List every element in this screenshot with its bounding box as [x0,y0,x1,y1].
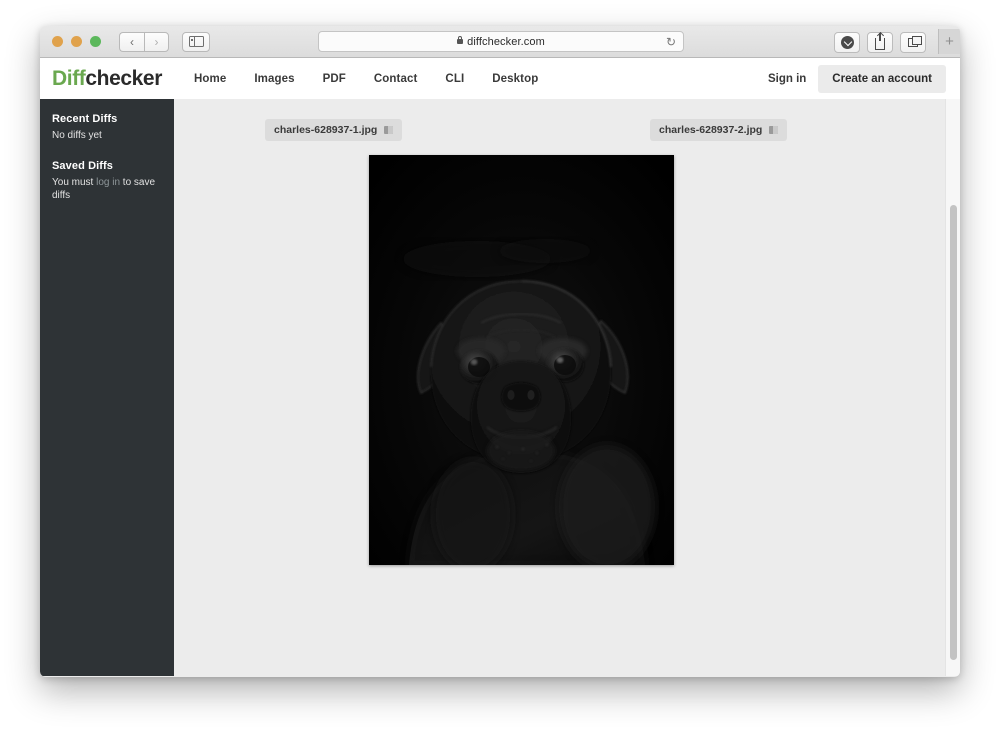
saved-diffs-message: You must log in to save diffs [52,176,162,202]
screenshot-root: ‹ › diffchecker.com ↻ + Diffchecker Home… [0,0,1000,733]
diff-image-container[interactable] [369,155,674,565]
sidebar-panel-icon [188,36,204,47]
saved-diffs-text-before: You must [52,177,97,188]
nav-item-images[interactable]: Images [254,73,294,85]
copy-icon[interactable] [384,126,394,134]
page-scrollbar-track[interactable] [945,99,960,676]
forward-button[interactable]: › [144,31,169,52]
nav-item-cli[interactable]: CLI [445,73,464,85]
logo-text-checker: checker [85,67,162,90]
file-chip-right[interactable]: charles-628937-2.jpg [650,119,788,141]
tabs-overview-icon [908,35,922,47]
browser-window: ‹ › diffchecker.com ↻ + Diffchecker Home… [40,26,960,677]
browser-toolbar-actions: + [834,29,960,54]
reload-icon[interactable]: ↻ [666,35,676,49]
browser-nav-buttons: ‹ › [119,31,169,52]
downloads-button[interactable] [834,32,860,53]
window-traffic-lights [52,36,101,47]
diff-content-pane: charles-628937-1.jpg charles-628937-2.jp… [174,99,960,676]
sidebar-toggle-button[interactable] [182,31,210,52]
back-button[interactable]: ‹ [119,31,144,52]
create-account-button[interactable]: Create an account [818,64,946,93]
nav-item-home[interactable]: Home [194,73,226,85]
file-label-row: charles-628937-1.jpg charles-628937-2.jp… [174,99,960,147]
file-chip-left[interactable]: charles-628937-1.jpg [265,119,403,141]
chevron-left-icon: ‹ [130,34,134,49]
new-tab-button[interactable]: + [938,29,960,54]
address-bar[interactable]: diffchecker.com ↻ [318,31,684,52]
address-bar-text: diffchecker.com [467,35,545,48]
app-sidebar: Recent Diffs No diffs yet Saved Diffs Yo… [40,99,174,676]
log-in-link[interactable]: log in [96,177,120,188]
share-icon [875,32,885,50]
copy-icon[interactable] [769,126,779,134]
nav-item-pdf[interactable]: PDF [323,73,346,85]
nav-item-desktop[interactable]: Desktop [492,73,538,85]
site-body: Recent Diffs No diffs yet Saved Diffs Yo… [40,99,960,676]
nav-item-contact[interactable]: Contact [374,73,418,85]
main-navigation: Home Images PDF Contact CLI Desktop [194,73,538,85]
diff-result-image[interactable] [369,155,674,565]
diffchecker-logo[interactable]: Diffchecker [52,68,162,89]
file-name-left: charles-628937-1.jpg [274,124,378,136]
close-window-button[interactable] [52,36,63,47]
tab-overview-button[interactable] [900,32,926,53]
saved-diffs-heading: Saved Diffs [52,160,114,172]
browser-titlebar: ‹ › diffchecker.com ↻ + [40,26,960,58]
header-account-actions: Sign in Create an account [768,58,946,99]
download-icon [840,36,854,49]
page-scrollbar-thumb[interactable] [950,205,957,660]
share-button[interactable] [867,32,893,53]
chevron-right-icon: › [154,34,159,49]
file-name-right: charles-628937-2.jpg [659,124,763,136]
minimize-window-button[interactable] [71,36,82,47]
logo-text-diff: Diff [52,67,86,90]
recent-diffs-empty-text: No diffs yet [52,130,102,141]
sign-in-link[interactable]: Sign in [768,73,806,85]
recent-diffs-heading: Recent Diffs [52,113,118,125]
zoom-window-button[interactable] [90,36,101,47]
lock-icon [457,36,464,44]
site-header: Diffchecker Home Images PDF Contact CLI … [40,58,960,99]
